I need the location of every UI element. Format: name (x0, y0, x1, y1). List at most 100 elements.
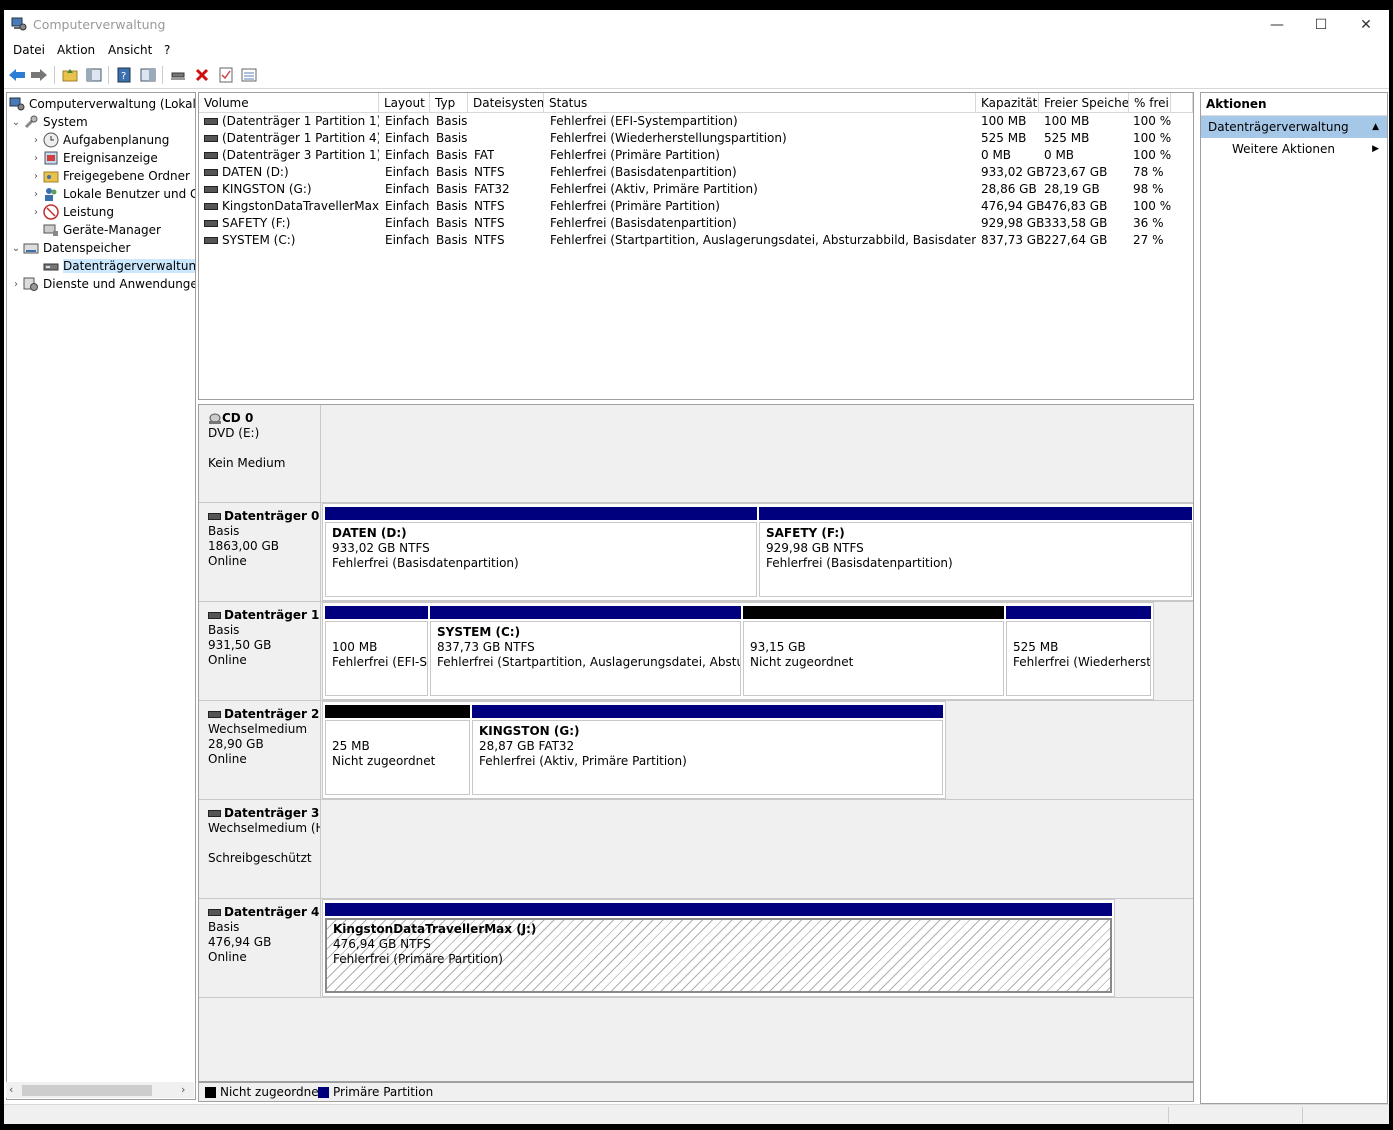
tree-datenspeicher[interactable]: ⌄ Datenspeicher (9, 239, 131, 257)
partition-unallocated-1[interactable]: 93,15 GB Nicht zugeordnet (743, 606, 1004, 696)
partition-unallocated-2[interactable]: 25 MB Nicht zugeordnet (325, 705, 470, 795)
column-header-prozent-frei[interactable]: % frei (1129, 93, 1171, 113)
table-row[interactable]: (Datenträger 1 Partition 1) Einfach Basi… (199, 113, 1193, 130)
window-title: Computerverwaltung (33, 17, 166, 32)
maximize-button[interactable]: ☐ (1298, 10, 1344, 40)
menu-aktion[interactable]: Aktion (57, 43, 95, 57)
tree-lokale-benutzer[interactable]: › Lokale Benutzer und Gr (29, 185, 195, 203)
legend-unallocated-swatch (205, 1087, 216, 1098)
shared-folder-icon (43, 171, 59, 183)
disk-label-1[interactable]: Datenträger 1 Basis 931,50 GB Online (199, 602, 321, 700)
chevron-right-icon[interactable]: › (29, 135, 43, 146)
forward-arrow-icon[interactable] (30, 66, 48, 84)
actions-header: Aktionen (1201, 93, 1387, 116)
chevron-right-icon[interactable]: › (29, 171, 43, 182)
partition-efi[interactable]: 100 MB Fehlerfrei (EFI-Sy (325, 606, 428, 696)
column-header-typ[interactable]: Typ (430, 93, 468, 113)
menu-bar: Datei Aktion Ansicht ? (4, 40, 1389, 62)
chevron-right-icon[interactable]: › (29, 153, 43, 164)
services-icon (23, 277, 38, 291)
tree-ereignisanzeige[interactable]: › Ereignisanzeige (29, 149, 158, 167)
legend-unallocated: Nicht zugeordnet (220, 1085, 324, 1099)
status-bar (4, 1104, 1389, 1124)
table-row[interactable]: (Datenträger 1 Partition 4) Einfach Basi… (199, 130, 1193, 147)
list-view-icon[interactable] (240, 66, 258, 84)
volume-icon (204, 203, 218, 210)
checklist-icon[interactable] (217, 66, 235, 84)
volume-icon (204, 135, 218, 142)
table-row[interactable]: KingstonDataTravellerMax (J:) Einfach Ba… (199, 198, 1193, 215)
clock-icon (43, 132, 59, 148)
tools-icon (24, 115, 38, 129)
disk-label-0[interactable]: Datenträger 0 Basis 1863,00 GB Online (199, 503, 321, 601)
main-window: Computerverwaltung — ☐ ✕ Datei Aktion An… (4, 10, 1389, 1124)
show-hide-tree-icon[interactable] (85, 66, 103, 84)
partition-system[interactable]: SYSTEM (C:) 837,73 GB NTFS Fehlerfrei (Sta… (430, 606, 741, 696)
menu-help[interactable]: ? (164, 43, 170, 57)
performance-icon (43, 204, 59, 220)
minimize-button[interactable]: — (1254, 10, 1300, 40)
menu-datei[interactable]: Datei (13, 43, 45, 57)
column-header-status[interactable]: Status (544, 93, 976, 113)
help-icon[interactable]: ? (115, 66, 133, 84)
action-weitere-aktionen[interactable]: Weitere Aktionen ▶ (1201, 138, 1387, 160)
table-row[interactable]: DATEN (D:) Einfach Basis NTFS Fehlerfrei… (199, 164, 1193, 181)
cd-drive-icon (209, 413, 221, 424)
disk-graphical-view: CD 0 DVD (E:) Kein Medium Datenträger 0 … (198, 404, 1194, 1082)
column-header-freier-speicher[interactable]: Freier Speicher (1039, 93, 1129, 113)
tree-datentraegerverwaltung[interactable]: Datenträgerverwaltung (29, 257, 195, 275)
toolbar: ? (4, 62, 1389, 89)
navigation-tree: Computerverwaltung (Lokal) ⌄ System › Au… (6, 92, 196, 1100)
tree-system[interactable]: ⌄ System (9, 113, 88, 131)
disk-label-2[interactable]: Datenträger 2 Wechselmedium 28,90 GB Onl… (199, 701, 321, 799)
tree-dienste[interactable]: › Dienste und Anwendungen (9, 275, 195, 293)
column-header-volume[interactable]: Volume (199, 93, 379, 113)
scroll-right-icon[interactable]: › (181, 1083, 185, 1096)
actions-section-datentraegerverwaltung[interactable]: Datenträgerverwaltung ▲ (1201, 116, 1387, 138)
properties-view-icon[interactable] (139, 66, 157, 84)
partition-daten[interactable]: DATEN (D:) 933,02 GB NTFS Fehlerfrei (Basi… (325, 507, 757, 597)
disk-label-cd0[interactable]: CD 0 DVD (E:) Kein Medium (199, 405, 321, 502)
table-row[interactable]: (Datenträger 3 Partition 1) Einfach Basi… (199, 147, 1193, 164)
partition-safety[interactable]: SAFETY (F:) 929,98 GB NTFS Fehlerfrei (Bas… (759, 507, 1192, 597)
chevron-right-icon[interactable]: › (29, 207, 43, 218)
disk-icon (208, 909, 221, 916)
volume-icon (204, 186, 218, 193)
tree-horizontal-scrollbar[interactable]: ‹ › (6, 1082, 194, 1098)
table-row[interactable]: SYSTEM (C:) Einfach Basis NTFS Fehlerfre… (199, 232, 1193, 249)
chevron-right-icon[interactable]: › (9, 279, 23, 290)
tree-aufgabenplanung[interactable]: › Aufgabenplanung (29, 131, 169, 149)
up-folder-icon[interactable] (61, 66, 79, 84)
tree-freigegebene-ordner[interactable]: › Freigegebene Ordner (29, 167, 190, 185)
column-header-kapazitaet[interactable]: Kapazität (976, 93, 1039, 113)
partition-kingston[interactable]: KINGSTON (G:) 28,87 GB FAT32 Fehlerfrei (A… (472, 705, 943, 795)
menu-ansicht[interactable]: Ansicht (108, 43, 152, 57)
partition-recovery[interactable]: 525 MB Fehlerfrei (Wiederherstell (1006, 606, 1151, 696)
delete-icon[interactable] (193, 66, 211, 84)
tree-geraete-manager[interactable]: Geräte-Manager (29, 221, 161, 239)
disk-icon (208, 513, 221, 520)
scroll-left-icon[interactable]: ‹ (9, 1083, 13, 1096)
tree-root[interactable]: Computerverwaltung (Lokal) (9, 95, 195, 113)
table-row[interactable]: KINGSTON (G:) Einfach Basis FAT32 Fehler… (199, 181, 1193, 198)
disk-label-4[interactable]: Datenträger 4 Basis 476,94 GB Online (199, 899, 321, 997)
volume-icon (204, 118, 218, 125)
scrollbar-thumb[interactable] (22, 1085, 152, 1096)
connect-icon[interactable] (169, 66, 187, 84)
chevron-down-icon[interactable]: ⌄ (9, 243, 23, 254)
volume-icon (204, 152, 218, 159)
chevron-right-icon[interactable]: › (29, 189, 43, 200)
collapse-up-icon[interactable]: ▲ (1372, 116, 1379, 138)
svg-text:?: ? (121, 71, 126, 82)
legend-primary-swatch (318, 1087, 329, 1098)
disk-label-3[interactable]: Datenträger 3 Wechselmedium (H Schreibge… (199, 800, 321, 898)
back-arrow-icon[interactable] (8, 66, 26, 84)
column-header-dateisystem[interactable]: Dateisystem (468, 93, 544, 113)
partition-kingston-datatraveller[interactable]: KingstonDataTravellerMax (J:) 476,94 GB N… (325, 903, 1112, 993)
column-header-layout[interactable]: Layout (379, 93, 430, 113)
volume-list: Volume Layout Typ Dateisystem Status Kap… (198, 92, 1194, 400)
tree-leistung[interactable]: › Leistung (29, 203, 114, 221)
chevron-down-icon[interactable]: ⌄ (9, 117, 23, 128)
close-button[interactable]: ✕ (1343, 10, 1389, 40)
table-row[interactable]: SAFETY (F:) Einfach Basis NTFS Fehlerfre… (199, 215, 1193, 232)
